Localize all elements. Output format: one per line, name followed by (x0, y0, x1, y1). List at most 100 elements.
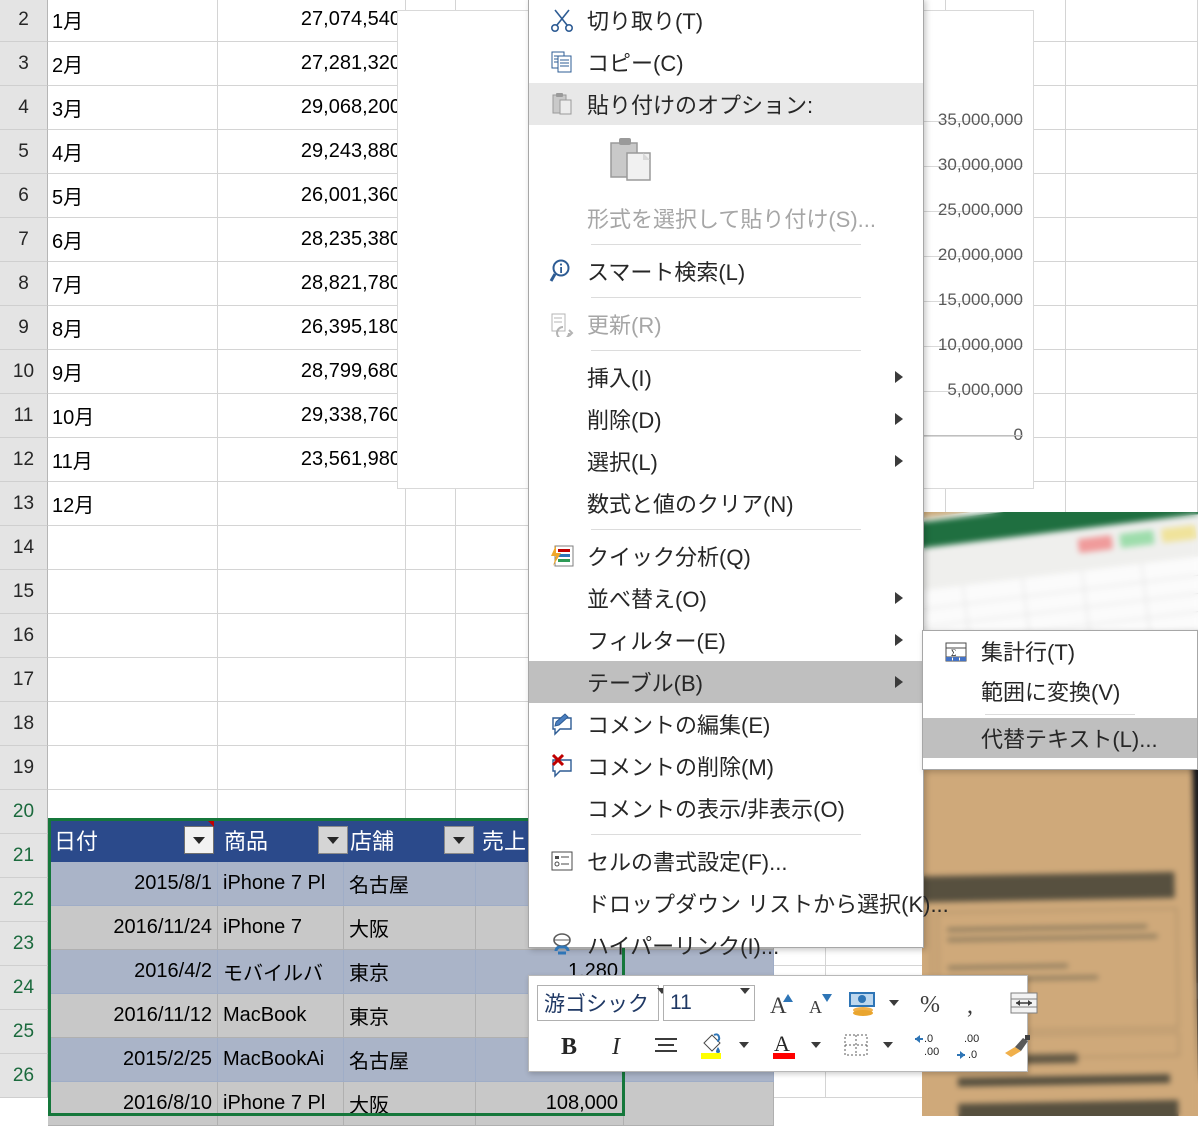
menu-item-copy[interactable]: コピー(C) (529, 41, 923, 83)
grid-cell[interactable] (406, 746, 456, 789)
menu-item-filter[interactable]: フィルター(E) (529, 619, 923, 661)
accounting-format-dropdown[interactable] (881, 984, 907, 1022)
table-cell[interactable]: 2015/2/25 (48, 1038, 218, 1082)
table-cell[interactable]: 2016/4/2 (48, 950, 218, 994)
row-header[interactable]: 3 (0, 42, 48, 86)
accounting-format-button[interactable] (843, 984, 881, 1022)
row-header[interactable]: 7 (0, 218, 48, 262)
grid-cell[interactable] (1066, 262, 1198, 305)
fill-color-dropdown[interactable] (731, 1026, 757, 1064)
grid-cell[interactable] (218, 570, 406, 613)
row-header[interactable]: 15 (0, 570, 48, 614)
grid-cell[interactable]: 29,068,200 (218, 86, 406, 129)
font-size-combo[interactable]: 11 (663, 985, 755, 1021)
row-header[interactable]: 26 (0, 1054, 48, 1098)
grid-cell[interactable] (218, 746, 406, 789)
mini-formatting-toolbar[interactable]: 游ゴシック 11 A A % , B I A .0 .00 .00 .0 (528, 975, 1038, 1072)
fill-color-button[interactable] (693, 1026, 731, 1064)
grid-cell[interactable] (48, 570, 218, 613)
grid-cell[interactable] (406, 658, 456, 701)
table-cell[interactable]: MacBookAi (218, 1038, 344, 1082)
grid-cell[interactable]: 1月 (48, 0, 218, 41)
grow-font-button[interactable]: A (763, 984, 801, 1022)
grid-cell[interactable] (48, 658, 218, 701)
grid-cell[interactable]: 8月 (48, 306, 218, 349)
table-cell[interactable]: iPhone 7 (218, 906, 344, 950)
mini-toolbar-row-1[interactable]: 游ゴシック 11 A A % , (537, 983, 1043, 1023)
grid-cell[interactable] (1066, 438, 1198, 481)
table-filter-dropdown-icon[interactable] (444, 826, 474, 854)
grid-cell[interactable] (48, 746, 218, 789)
grid-cell[interactable] (48, 702, 218, 745)
menu-item-table[interactable]: テーブル(B) (529, 661, 923, 703)
grid-cell[interactable]: 2月 (48, 42, 218, 85)
grid-cell[interactable] (406, 526, 456, 569)
submenu-item-alt-text[interactable]: 代替テキスト(L)... (923, 718, 1197, 758)
grid-cell[interactable]: 9月 (48, 350, 218, 393)
italic-button[interactable]: I (599, 1026, 637, 1064)
grid-cell[interactable] (218, 614, 406, 657)
align-center-button[interactable] (647, 1026, 685, 1064)
table-cell[interactable]: モバイルバ (218, 950, 344, 994)
menu-item-format-cells[interactable]: セルの書式設定(F)... (529, 840, 923, 882)
grid-cell[interactable] (406, 570, 456, 613)
grid-cell[interactable]: 26,395,180 (218, 306, 406, 349)
grid-cell[interactable] (1066, 218, 1198, 261)
menu-item-hyperlink[interactable]: ハイパーリンク(I)... (529, 924, 923, 966)
row-header[interactable]: 14 (0, 526, 48, 570)
bold-button[interactable]: B (551, 1026, 589, 1064)
row-header[interactable]: 20 (0, 790, 48, 834)
grid-cell[interactable]: 27,281,320 (218, 42, 406, 85)
grid-cell[interactable]: 27,074,540 (218, 0, 406, 41)
row-header[interactable]: 11 (0, 394, 48, 438)
grid-cell[interactable]: 26,001,360 (218, 174, 406, 217)
table-cell[interactable]: MacBook (218, 994, 344, 1038)
grid-cell[interactable]: 28,821,780 (218, 262, 406, 305)
table-cell[interactable]: 東京 (344, 950, 476, 994)
grid-cell[interactable]: 29,243,880 (218, 130, 406, 173)
mini-toolbar-row-2[interactable]: B I A .0 .00 .00 .0 (537, 1025, 1037, 1065)
grid-cell[interactable]: 7月 (48, 262, 218, 305)
paste-options-gallery[interactable] (529, 125, 923, 197)
table-cell[interactable]: 名古屋 (344, 1038, 476, 1082)
table-filter-dropdown-icon[interactable] (184, 826, 214, 854)
grid-cell[interactable] (218, 658, 406, 701)
row-header[interactable]: 2 (0, 0, 48, 42)
menu-item-quick-analysis[interactable]: クイック分析(Q) (529, 535, 923, 577)
table-cell[interactable]: 2015/8/1 (48, 862, 218, 906)
table-cell[interactable]: 大阪 (344, 906, 476, 950)
row-header[interactable]: 10 (0, 350, 48, 394)
comma-style-button[interactable]: , (955, 984, 993, 1022)
shrink-font-button[interactable]: A (801, 984, 839, 1022)
decrease-decimal-button[interactable]: .0 .00 (909, 1026, 951, 1064)
row-header[interactable]: 4 (0, 86, 48, 130)
table-cell[interactable]: 2016/8/10 (48, 1082, 218, 1126)
row-header[interactable]: 23 (0, 922, 48, 966)
row-header[interactable]: 5 (0, 130, 48, 174)
grid-cell[interactable]: 12月 (48, 482, 218, 525)
grid-cell[interactable]: 3月 (48, 86, 218, 129)
font-name-combo[interactable]: 游ゴシック (537, 985, 667, 1021)
table-cell[interactable]: 2016/11/24 (48, 906, 218, 950)
table-cell[interactable]: iPhone 7 Pl (218, 1082, 344, 1126)
grid-cell[interactable] (218, 702, 406, 745)
menu-item-paste-options[interactable]: 貼り付けのオプション: (529, 83, 923, 125)
row-header[interactable]: 13 (0, 482, 48, 526)
percent-style-button[interactable]: % (913, 984, 951, 1022)
menu-item-delete[interactable]: 削除(D) (529, 398, 923, 440)
borders-dropdown[interactable] (875, 1026, 901, 1064)
table-submenu[interactable]: Σ 集計行(T) 範囲に変換(V) 代替テキスト(L)... (922, 630, 1198, 770)
font-color-dropdown[interactable] (803, 1026, 829, 1064)
submenu-item-totals-row[interactable]: Σ 集計行(T) (923, 631, 1197, 671)
increase-decimal-button[interactable]: .00 .0 (951, 1026, 993, 1064)
grid-cell[interactable]: 11月 (48, 438, 218, 481)
grid-cell[interactable] (1066, 350, 1198, 393)
grid-cell[interactable]: 6月 (48, 218, 218, 261)
row-header[interactable]: 25 (0, 1010, 48, 1054)
grid-cell[interactable] (406, 702, 456, 745)
cell-context-menu[interactable]: 切り取り(T) コピー(C) 貼り付けのオプション: 形式を選択して貼り付け(S)..… (528, 0, 949, 959)
row-header[interactable]: 19 (0, 746, 48, 790)
table-cell[interactable]: 名古屋 (344, 862, 476, 906)
table-cell[interactable]: 108,000 (476, 1082, 624, 1126)
grid-cell[interactable] (1066, 130, 1198, 173)
